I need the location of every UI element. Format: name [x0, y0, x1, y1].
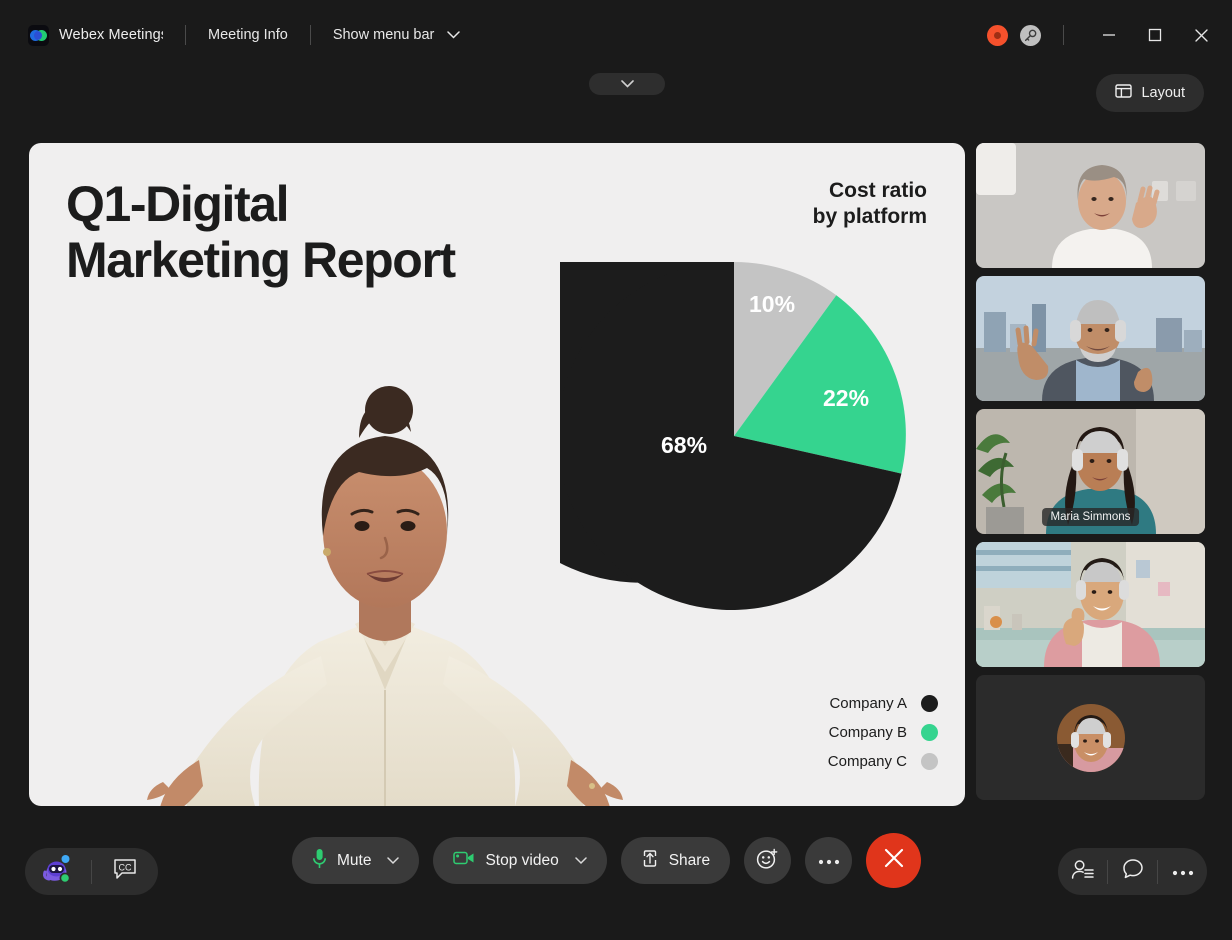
svg-text:CC: CC [119, 863, 132, 873]
close-icon[interactable] [1178, 12, 1224, 58]
pie-label-company-c: 10% [749, 291, 795, 318]
emoji-reaction-icon [756, 847, 779, 875]
share-button[interactable]: Share [621, 837, 730, 884]
chevron-down-icon[interactable] [575, 857, 587, 865]
end-call-button[interactable] [866, 833, 921, 888]
divider [1063, 25, 1064, 45]
legend-label: Company C [828, 753, 907, 770]
chat-bubble-icon [1122, 858, 1144, 885]
app-title: Webex Meetings [59, 27, 163, 43]
pie-chart-svg [560, 262, 908, 610]
participants-button[interactable] [1058, 848, 1107, 895]
participant-tile[interactable] [976, 276, 1205, 401]
chevron-down-icon [447, 31, 460, 39]
minimize-icon[interactable] [1086, 12, 1132, 58]
layout-button[interactable]: Layout [1096, 74, 1204, 112]
end-call-icon [882, 846, 906, 875]
shared-content-stage[interactable]: Q1-Digital Marketing Report Cost ratio b… [29, 143, 965, 806]
legend-label: Company B [829, 724, 907, 741]
webex-logo-icon [28, 25, 49, 46]
legend-item: Company A [828, 695, 938, 712]
pie-label-company-a: 68% [661, 432, 707, 459]
mute-button[interactable]: Mute [292, 837, 419, 884]
legend-item: Company C [828, 753, 938, 770]
stop-video-label: Stop video [485, 852, 558, 870]
meeting-controls-bar: CC Mute [0, 826, 1232, 940]
participant-tile[interactable] [976, 542, 1205, 667]
meeting-info-button[interactable]: Meeting Info [208, 27, 288, 43]
reaction-button[interactable] [744, 837, 791, 884]
chart-heading: Cost ratio by platform [813, 178, 927, 229]
more-options-icon [1172, 863, 1194, 881]
legend-swatch-company-a [921, 695, 938, 712]
slide-title: Q1-Digital Marketing Report [66, 176, 455, 288]
closed-captions-icon: CC [112, 857, 138, 886]
title-bar: Webex Meetings Meeting Info Show menu ba… [0, 0, 1232, 70]
participant-name-label: Maria Simmons [1042, 508, 1140, 526]
avatar [1057, 704, 1125, 772]
legend-item: Company B [828, 724, 938, 741]
chat-button[interactable] [1108, 848, 1157, 895]
layout-grid-icon [1115, 83, 1132, 103]
legend-swatch-company-c [921, 753, 938, 770]
pie-label-company-b: 22% [823, 385, 869, 412]
primary-controls: Mute Stop video [292, 833, 921, 888]
more-options-button[interactable] [805, 837, 852, 884]
title-bar-left: Webex Meetings Meeting Info Show menu ba… [0, 0, 460, 70]
mute-label: Mute [337, 852, 371, 870]
closed-captions-button[interactable]: CC [92, 848, 158, 895]
record-icon[interactable] [987, 25, 1008, 46]
secondary-controls [1058, 848, 1207, 895]
participant-tile[interactable] [976, 143, 1205, 268]
chart-legend: Company A Company B Company C [828, 695, 938, 770]
participant-video [976, 276, 1205, 401]
stop-video-button[interactable]: Stop video [433, 837, 606, 884]
microphone-icon [312, 848, 327, 874]
key-icon[interactable] [1020, 25, 1041, 46]
stage-pulldown-button[interactable] [589, 73, 665, 95]
participant-filmstrip: Maria Simmons [976, 143, 1205, 800]
pie-chart: 68% 22% 10% [560, 262, 908, 610]
participant-video [976, 542, 1205, 667]
window-controls [987, 0, 1232, 70]
more-options-icon [818, 852, 840, 870]
participants-icon [1071, 859, 1094, 885]
layout-label: Layout [1141, 85, 1185, 101]
camera-icon [453, 850, 475, 871]
avatar-image [1057, 704, 1125, 772]
divider [185, 25, 186, 45]
legend-label: Company A [829, 695, 907, 712]
share-upload-icon [641, 849, 659, 873]
participant-tile[interactable]: Maria Simmons [976, 409, 1205, 534]
share-label: Share [669, 852, 710, 870]
show-menu-bar-button[interactable]: Show menu bar [333, 27, 461, 43]
more-options-button-right[interactable] [1158, 848, 1207, 895]
ai-assistant-robot-icon [42, 854, 74, 889]
participant-tile-avatar[interactable] [976, 675, 1205, 800]
ai-assistant-button[interactable] [25, 848, 91, 895]
maximize-icon[interactable] [1132, 12, 1178, 58]
divider [310, 25, 311, 45]
assistant-group: CC [25, 848, 158, 895]
participant-video [976, 143, 1205, 268]
chevron-down-icon[interactable] [387, 857, 399, 865]
chevron-down-icon [621, 75, 634, 93]
show-menu-bar-label: Show menu bar [333, 27, 435, 43]
legend-swatch-company-b [921, 724, 938, 741]
